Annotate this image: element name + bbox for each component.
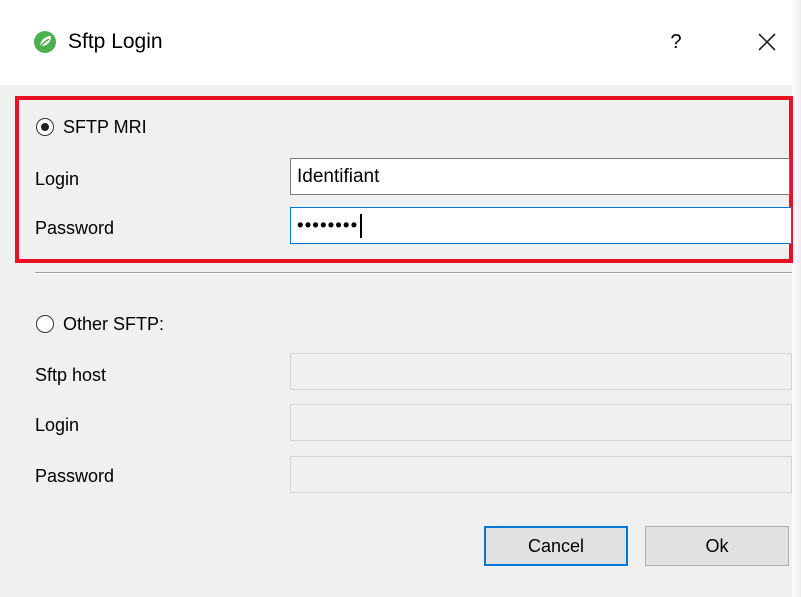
mri-password-value: •••••••• [297, 215, 359, 237]
sftp-mri-radio[interactable] [36, 118, 54, 136]
title-bar[interactable]: Sftp Login ? [0, 0, 792, 85]
window-shadow [791, 0, 801, 597]
other-password-input[interactable] [290, 456, 792, 493]
mri-login-label: Login [35, 169, 80, 189]
close-icon[interactable] [754, 28, 780, 56]
mri-password-label: Password [35, 218, 115, 238]
window-title: Sftp Login [68, 30, 163, 53]
app-leaf-icon [34, 31, 56, 53]
other-password-label: Password [35, 466, 115, 486]
other-login-input[interactable] [290, 404, 792, 441]
sftp-mri-label[interactable]: SFTP MRI [63, 116, 147, 138]
section-separator [35, 272, 792, 274]
mri-login-input[interactable]: Identifiant [290, 158, 790, 195]
other-sftp-label[interactable]: Other SFTP: [63, 313, 164, 335]
mri-login-value: Identifiant [297, 166, 380, 187]
sftp-host-input[interactable] [290, 353, 792, 390]
sftp-login-dialog: Sftp Login ? SFTP MRI Login Identifiant … [0, 0, 793, 597]
sftp-host-label: Sftp host [35, 365, 107, 385]
other-sftp-radio[interactable] [36, 315, 54, 333]
radio-selected-dot [41, 123, 49, 131]
other-login-label: Login [35, 415, 80, 435]
help-button[interactable]: ? [665, 27, 687, 57]
text-caret [360, 213, 363, 238]
page: Sftp Login ? SFTP MRI Login Identifiant … [0, 0, 801, 597]
mri-password-input[interactable]: •••••••• [290, 207, 792, 244]
cancel-button[interactable]: Cancel [484, 526, 628, 566]
ok-button[interactable]: Ok [645, 526, 789, 566]
